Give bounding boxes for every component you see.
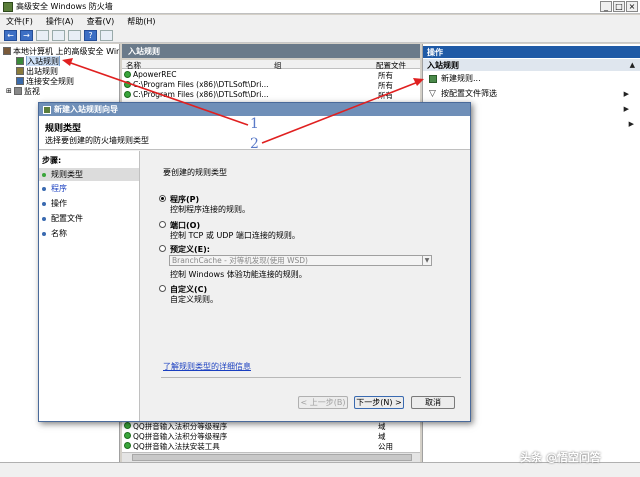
annotation-label-2: 2 bbox=[250, 136, 259, 152]
watermark: 头条 @悟空问答 bbox=[520, 451, 601, 464]
arrow-1-line bbox=[67, 61, 249, 126]
arrow-1-head bbox=[62, 58, 73, 66]
arrow-2-head bbox=[413, 78, 424, 86]
arrow-2-line bbox=[261, 81, 419, 144]
annotation-label-1: 1 bbox=[250, 116, 259, 132]
annotation-arrows bbox=[62, 58, 424, 144]
